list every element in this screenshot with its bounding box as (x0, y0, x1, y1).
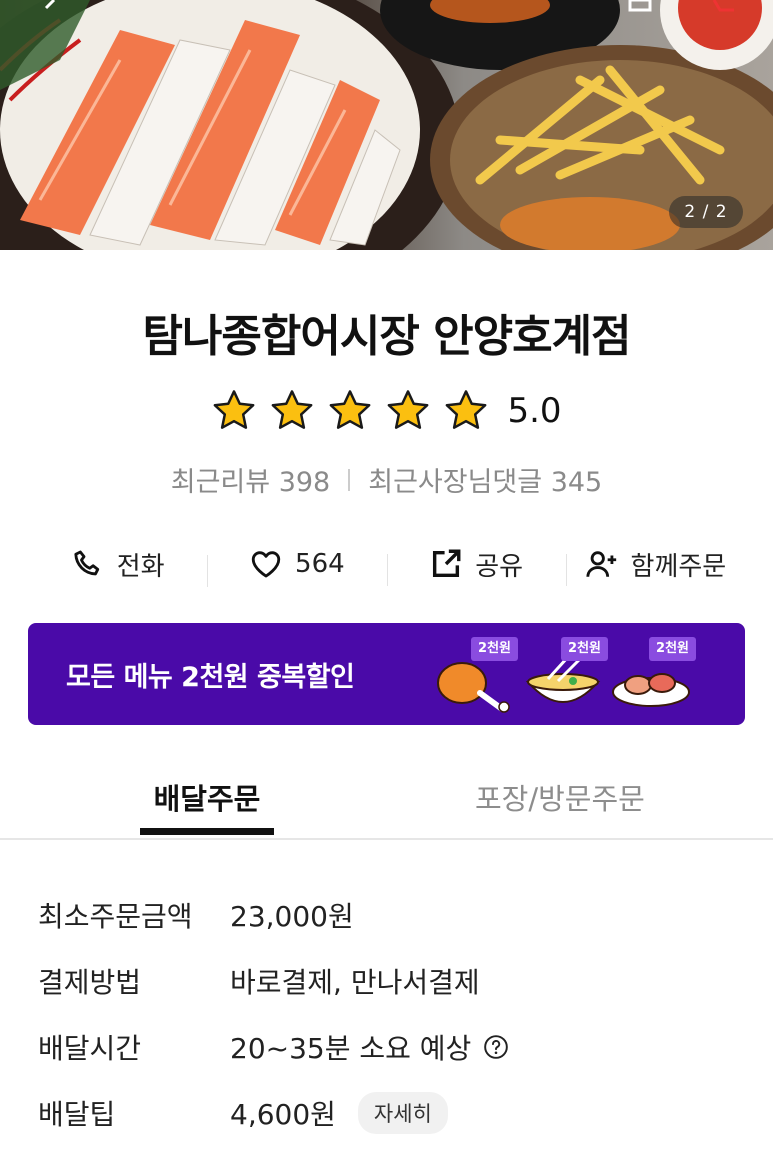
star-icon (214, 390, 255, 429)
sushi-plate-illustration: 2천원 (606, 637, 696, 717)
group-order-button[interactable]: 함께주문 (565, 546, 745, 586)
group-order-label: 함께주문 (630, 551, 727, 582)
store-name: 탐나종합어시장 안양호계점 (142, 311, 631, 362)
image-counter: 2 / 2 (669, 196, 743, 228)
store-hero-image[interactable]: 2 / 2 (0, 0, 773, 250)
delivery-info: 최소주문금액 23,000원 결제방법 바로결제, 만나서결제 배달시간 20~… (38, 882, 509, 1146)
tab-pickup[interactable]: 포장/방문주문 (475, 776, 645, 818)
star-icon (388, 390, 429, 429)
share-button[interactable]: 공유 (386, 546, 566, 586)
call-button[interactable]: 전화 (28, 546, 207, 583)
min-order-row: 최소주문금액 23,000원 (38, 882, 509, 948)
call-label: 전화 (116, 551, 165, 582)
share-label: 공유 (475, 551, 524, 582)
rating-row: 5.0 (0, 388, 773, 434)
owner-replies-link[interactable]: 최근사장님댓글 345 (368, 460, 602, 499)
order-type-tabs: 배달주문 포장/방문주문 (0, 748, 773, 840)
back-icon[interactable] (40, 0, 62, 14)
payment-row: 결제방법 바로결제, 만나서결제 (38, 948, 509, 1014)
share-icon (433, 549, 461, 578)
payment-label: 결제방법 (38, 966, 142, 999)
store-actions: 전화 564 공유 함께주문 (28, 538, 745, 590)
delivery-time-row: 배달시간 20~35분 소요 예상 (38, 1014, 509, 1080)
recent-reviews-link[interactable]: 최근리뷰 398 (171, 460, 330, 499)
delivery-time-value-wrap: 20~35분 소요 예상 (230, 1027, 509, 1067)
delivery-tip-detail-button[interactable]: 자세히 (357, 1092, 448, 1134)
delivery-time-value: 20~35분 소요 예상 (230, 1032, 472, 1065)
coupon-tag: 2천원 (649, 637, 696, 661)
payment-value: 바로결제, 만나서결제 (230, 966, 480, 999)
tab-delivery[interactable]: 배달주문 (140, 776, 274, 818)
chicken-leg-illustration: 2천원 (428, 637, 518, 717)
rating-value: 5.0 (507, 391, 562, 431)
min-order-value: 23,000원 (230, 900, 354, 933)
review-summary: 최근리뷰 398 최근사장님댓글 345 (0, 460, 773, 499)
coupon-tag: 2천원 (561, 637, 608, 661)
star-icon (330, 390, 371, 429)
banner-text: 모든 메뉴 2천원 중복할인 (66, 661, 355, 693)
question-circle-icon[interactable] (483, 1034, 509, 1060)
divider (348, 468, 351, 491)
coupon-tag: 2천원 (471, 637, 518, 661)
noodle-bowl-illustration: 2천원 (518, 637, 608, 717)
heart-icon (251, 551, 281, 578)
delivery-time-label: 배달시간 (38, 1032, 142, 1065)
hero-food-photo (0, 0, 773, 250)
star-icon (272, 390, 313, 429)
like-button[interactable]: 564 (207, 547, 386, 587)
cart-icon[interactable] (710, 0, 734, 14)
phone-icon (74, 550, 99, 576)
delivery-tip-label: 배달팁 (38, 1098, 116, 1131)
home-icon[interactable] (628, 0, 652, 14)
star-icon (446, 390, 487, 429)
like-count: 564 (295, 549, 345, 579)
delivery-tip-value-wrap: 4,600원 자세히 (230, 1092, 448, 1134)
discount-banner[interactable]: 모든 메뉴 2천원 중복할인 2천원 2천원 2천원 (28, 623, 745, 725)
min-order-label: 최소주문금액 (38, 900, 193, 933)
delivery-tip-row: 배달팁 4,600원 자세히 (38, 1080, 509, 1146)
add-person-icon (585, 551, 616, 577)
delivery-tip-value: 4,600원 (230, 1098, 336, 1131)
active-tab-indicator (140, 828, 274, 835)
